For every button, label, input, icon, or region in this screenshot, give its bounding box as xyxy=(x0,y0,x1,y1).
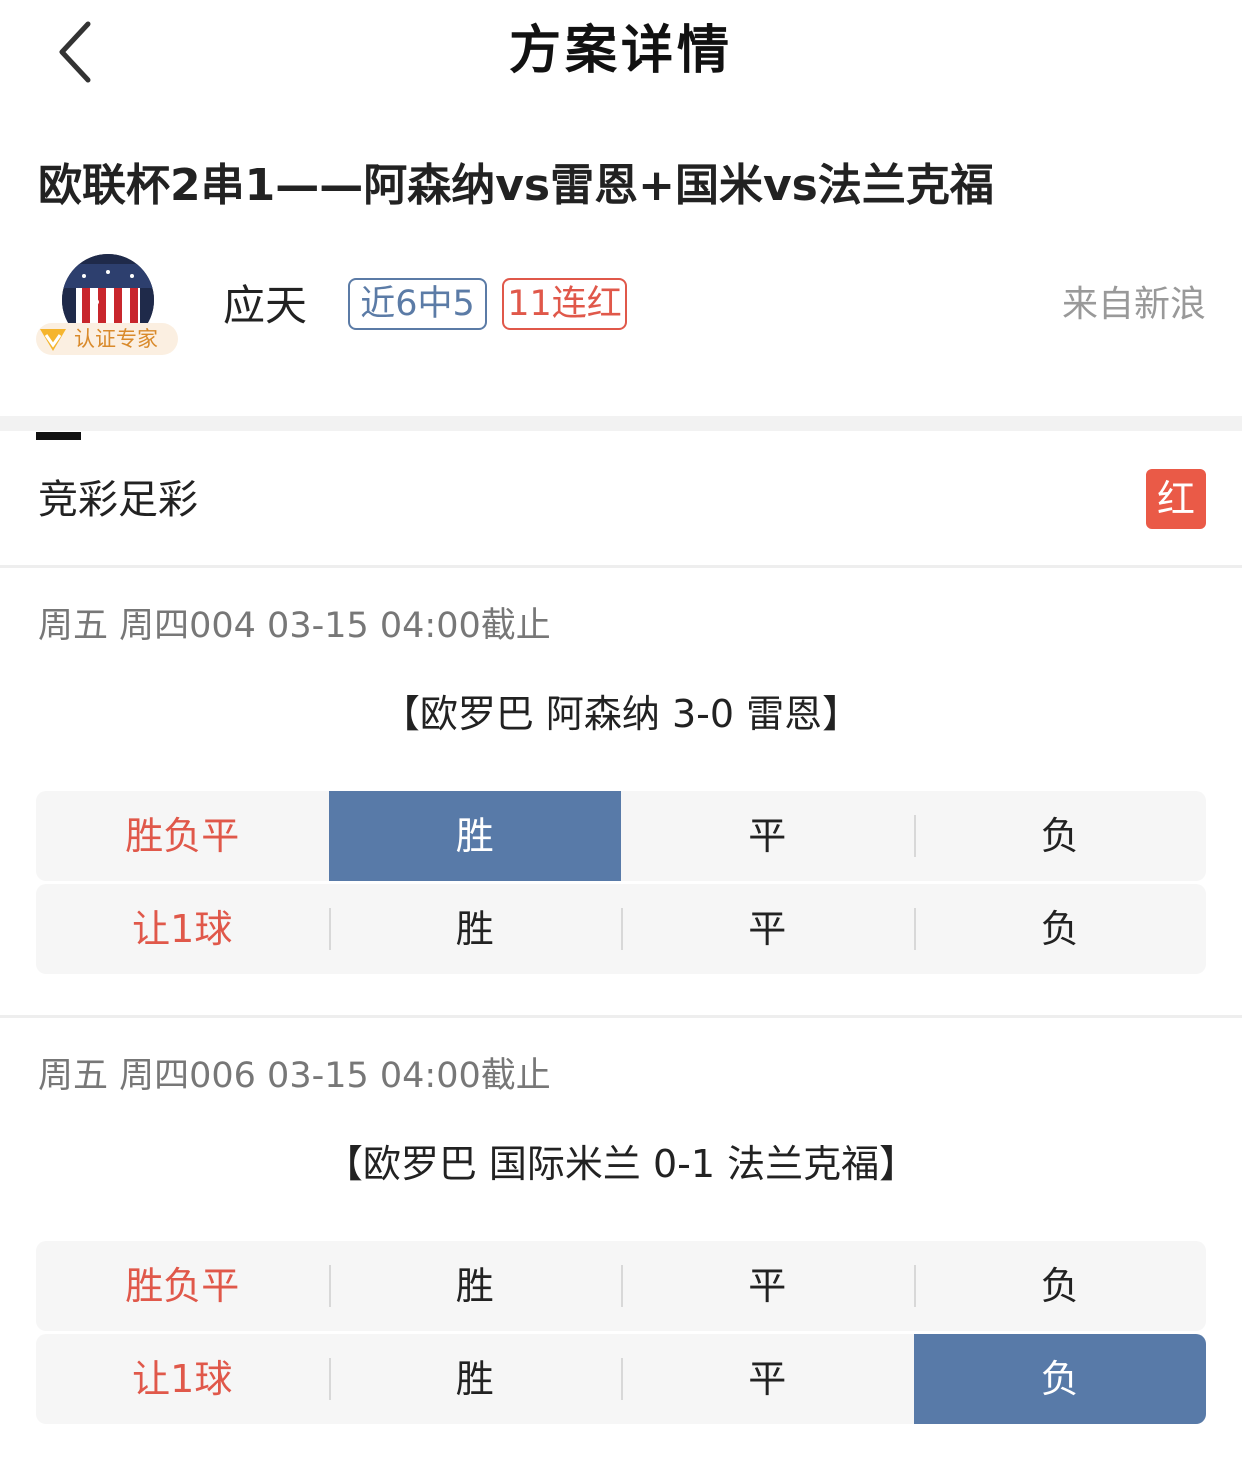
odds-option-draw[interactable]: 平 xyxy=(621,1334,914,1424)
result-badge: 红 xyxy=(1146,469,1206,529)
match-meta: 周五 周四006 03-15 04:00截止 xyxy=(38,1056,551,1096)
record-tag: 近6中5 xyxy=(348,278,487,330)
odds-option-lose[interactable]: 负 xyxy=(913,884,1207,974)
source-label: 来自新浪 xyxy=(1061,284,1206,325)
lottery-type: 竞彩足彩 xyxy=(38,477,198,523)
match-line: 【欧罗巴 国际米兰 0-1 法兰克福】 xyxy=(324,1142,918,1186)
plan-title: 欧联杯2串1——阿森纳vs雷恩+国米vs法兰克福 xyxy=(38,160,994,211)
nav-header: 方案详情 xyxy=(0,0,1242,104)
odds-row-label: 胜负平 xyxy=(125,814,240,858)
odds-row-handicap: 让1球 胜 平 负 xyxy=(36,1334,1206,1424)
odds-row-result: 胜负平 胜 平 负 xyxy=(36,1241,1206,1331)
odds-row-handicap: 让1球 胜 平 负 xyxy=(36,884,1206,974)
divider xyxy=(0,565,1242,568)
odds-option-win[interactable]: 胜 xyxy=(328,791,621,881)
odds-row-label: 让1球 xyxy=(132,907,233,951)
match-line: 【欧罗巴 阿森纳 3-0 雷恩】 xyxy=(381,692,861,736)
tab-indicator xyxy=(36,432,81,440)
verified-badge: 认证专家 xyxy=(36,323,178,355)
odds-option-draw[interactable]: 平 xyxy=(621,884,914,974)
odds-option-lose[interactable]: 负 xyxy=(913,1241,1207,1331)
odds-option-lose[interactable]: 负 xyxy=(913,1334,1206,1424)
verified-label: 认证专家 xyxy=(74,327,158,351)
odds-option-draw[interactable]: 平 xyxy=(621,1241,914,1331)
odds-option-win[interactable]: 胜 xyxy=(328,884,622,974)
page-title: 方案详情 xyxy=(508,21,733,81)
match-meta: 周五 周四004 03-15 04:00截止 xyxy=(38,606,551,646)
divider xyxy=(0,1015,1242,1018)
author-name[interactable]: 应天 xyxy=(223,278,307,334)
odds-option-win[interactable]: 胜 xyxy=(328,1334,622,1424)
verified-v-icon xyxy=(38,325,68,353)
odds-row-result: 胜负平 胜 平 负 xyxy=(36,791,1206,881)
odds-row-label: 让1球 xyxy=(132,1357,233,1401)
odds-option-draw[interactable]: 平 xyxy=(621,791,914,881)
streak-tag: 11连红 xyxy=(502,278,627,330)
odds-option-win[interactable]: 胜 xyxy=(328,1241,622,1331)
section-divider xyxy=(0,416,1242,431)
odds-option-lose[interactable]: 负 xyxy=(913,791,1207,881)
odds-row-label: 胜负平 xyxy=(125,1264,240,1308)
